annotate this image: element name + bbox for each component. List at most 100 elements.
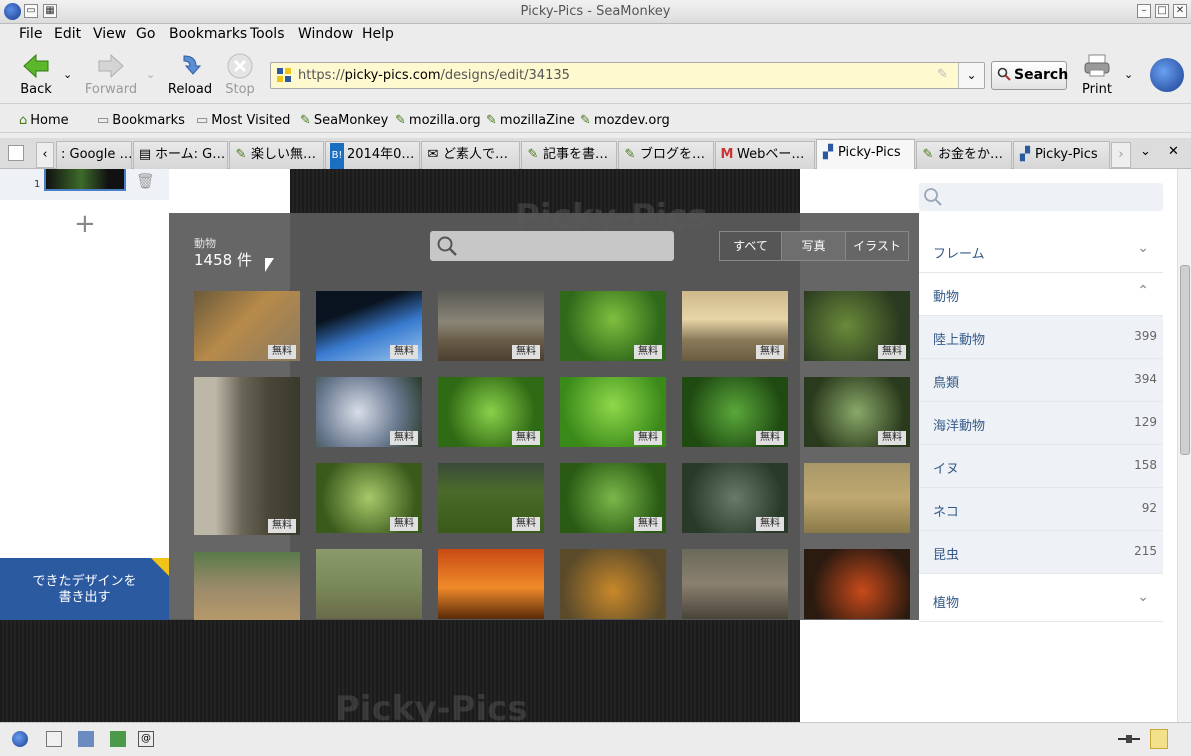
bookmark-seamonkey[interactable]: ✎ SeaMonkey (300, 113, 388, 128)
menu-tools[interactable]: Tools (250, 26, 285, 42)
photo-beach-people[interactable]: 無料 (682, 291, 788, 361)
photo-beach-dog[interactable]: 無料 (438, 291, 544, 361)
tab-scroll-right-icon[interactable]: › (1111, 142, 1131, 168)
photo-grasshopper[interactable]: 無料 (560, 377, 666, 447)
sidebar-item-label: 昆虫 (933, 548, 960, 563)
bookmark-most-visited[interactable]: ▭ Most Visited (196, 113, 290, 128)
forward-button[interactable]: Forward (83, 52, 139, 97)
menu-file[interactable]: File (19, 26, 42, 42)
bookmark-mozilla[interactable]: ✎ mozilla.org (395, 113, 481, 128)
back-dropdown-icon[interactable]: ⌄ (63, 68, 72, 81)
sidebar-item-birds[interactable]: 鳥類 394 (919, 359, 1163, 402)
maximize-button[interactable]: □ (1155, 4, 1169, 18)
close-button[interactable]: ✕ (1173, 4, 1187, 18)
photo-giraffe-sunset[interactable] (438, 549, 544, 619)
url-bar[interactable]: https://picky-pics.com/designs/edit/3413… (270, 62, 985, 89)
menu-edit[interactable]: Edit (54, 26, 81, 42)
page-scrollbar[interactable] (1177, 169, 1191, 722)
photo-dragonfly[interactable]: 無料 (804, 291, 910, 361)
tab-picky-pics[interactable]: ▞ Picky-Pics (1013, 141, 1110, 169)
sidebar-item-insects[interactable]: 昆虫 215 (919, 531, 1163, 574)
photo-dog[interactable]: 無料 (194, 291, 300, 361)
photo-rhino[interactable] (682, 549, 788, 619)
tab-home-g[interactable]: ▤ ホーム: G… (133, 141, 228, 169)
menu-go[interactable]: Go (136, 26, 155, 42)
photo-spider[interactable]: 無料 (682, 463, 788, 533)
photo-impalas[interactable] (316, 549, 422, 619)
url-dropdown-icon[interactable]: ⌄ (958, 63, 984, 88)
filter-illustration[interactable]: イラスト (845, 231, 909, 261)
minimize-button[interactable]: – (1137, 4, 1151, 18)
new-tab-icon[interactable] (8, 145, 24, 161)
photo-damselfly[interactable]: 無料 (682, 377, 788, 447)
sidebar-item-marine-animals[interactable]: 海洋動物 129 (919, 402, 1163, 445)
design-canvas-lower[interactable]: Picky-Pics (0, 619, 740, 722)
filter-photo[interactable]: 写真 (781, 231, 846, 261)
photo-jackal[interactable] (804, 463, 910, 533)
tab-google[interactable]: : Google … (56, 141, 132, 169)
bookmark-mozdev[interactable]: ✎ mozdev.org (580, 113, 670, 128)
menu-bookmarks[interactable]: Bookmarks (169, 26, 247, 42)
tab-fun[interactable]: ✎ 楽しい無… (229, 141, 324, 169)
tab-amateur[interactable]: ✉ ど素人で… (421, 141, 520, 169)
url-text: https://picky-pics.com/designs/edit/3413… (298, 68, 570, 83)
browser-icon[interactable] (12, 731, 28, 747)
page-thumbnail[interactable] (44, 169, 126, 191)
photo-hydrangea[interactable]: 無料 (316, 377, 422, 447)
stop-button[interactable]: Stop (212, 52, 268, 97)
photo-giraffes-trees[interactable] (194, 552, 300, 620)
print-button[interactable]: Print (1069, 52, 1125, 97)
photo-leaf-bug[interactable]: 無料 (560, 463, 666, 533)
photo-frog[interactable]: 無料 (560, 291, 666, 361)
addressbook-icon[interactable]: @ (138, 731, 154, 747)
export-design-button[interactable]: できたデザインを 書き出す (0, 558, 169, 620)
tab-picky-pics-active[interactable]: ▞ Picky-Pics (816, 139, 915, 169)
back-button[interactable]: Back (8, 52, 64, 97)
photo-leaf-insect[interactable]: 無料 (438, 377, 544, 447)
print-dropdown-icon[interactable]: ⌄ (1124, 68, 1133, 81)
sidebar-item-animals[interactable]: 動物 ⌃ (919, 273, 1163, 316)
add-page-icon[interactable]: + (74, 209, 96, 239)
picker-search-input[interactable] (430, 231, 674, 261)
mail-icon[interactable] (46, 731, 62, 747)
sidebar-item-dogs[interactable]: イヌ 158 (919, 445, 1163, 488)
tab-list-icon[interactable]: ⌄ (1140, 144, 1151, 159)
sidebar-search-input[interactable] (919, 183, 1163, 211)
photo-field-animals[interactable]: 無料 (438, 463, 544, 533)
trash-icon[interactable]: 🗑 (136, 172, 155, 190)
tab-article[interactable]: ✎ 記事を書… (521, 141, 617, 169)
menu-help[interactable]: Help (362, 26, 394, 42)
close-tab-icon[interactable]: ✕ (1168, 144, 1179, 159)
composer-icon[interactable] (78, 731, 94, 747)
reload-button[interactable]: Reload (162, 52, 218, 97)
tab-web[interactable]: M Webベー… (715, 141, 815, 169)
photo-butterfly[interactable]: 無料 (804, 377, 910, 447)
forward-dropdown-icon[interactable]: ⌄ (146, 68, 155, 81)
seamonkey-throbber-icon[interactable] (1150, 58, 1184, 92)
photo-red-panda[interactable] (804, 549, 910, 619)
photo-lion[interactable] (560, 549, 666, 619)
lock-icon[interactable] (1150, 729, 1168, 749)
photo-cat-alley[interactable]: 無料 (194, 377, 300, 535)
chat-icon[interactable] (110, 731, 126, 747)
filter-all[interactable]: すべて (719, 231, 782, 261)
bookmark-folder-bookmarks[interactable]: ▭ Bookmarks (97, 113, 185, 128)
sidebar-item-cats[interactable]: ネコ 92 (919, 488, 1163, 531)
sidebar-item-frame[interactable]: フレーム ⌄ (919, 230, 1163, 273)
photo-silhouette[interactable]: 無料 (316, 291, 422, 361)
tab-scroll-left-icon[interactable]: ‹ (36, 142, 54, 168)
search-button[interactable]: Search (991, 61, 1068, 90)
tab-blog[interactable]: ✎ ブログを… (618, 141, 714, 169)
online-status-icon[interactable] (1118, 731, 1140, 747)
sidebar-item-plants[interactable]: 植物 ⌄ (919, 579, 1163, 622)
tab-hatena[interactable]: B! 2014年0… (325, 141, 420, 169)
edit-bookmark-icon[interactable]: ✎ (937, 67, 948, 82)
bookmark-mozillazine[interactable]: ✎ mozillaZine (486, 113, 575, 128)
page-scrollbar-thumb[interactable] (1180, 265, 1190, 455)
sidebar-item-land-animals[interactable]: 陸上動物 399 (919, 316, 1163, 359)
menu-view[interactable]: View (93, 26, 126, 42)
photo-flower-insect[interactable]: 無料 (316, 463, 422, 533)
tab-money[interactable]: ✎ お金をか… (916, 141, 1012, 169)
bookmark-home[interactable]: ⌂ Home (19, 113, 69, 128)
menu-window[interactable]: Window (298, 26, 353, 42)
